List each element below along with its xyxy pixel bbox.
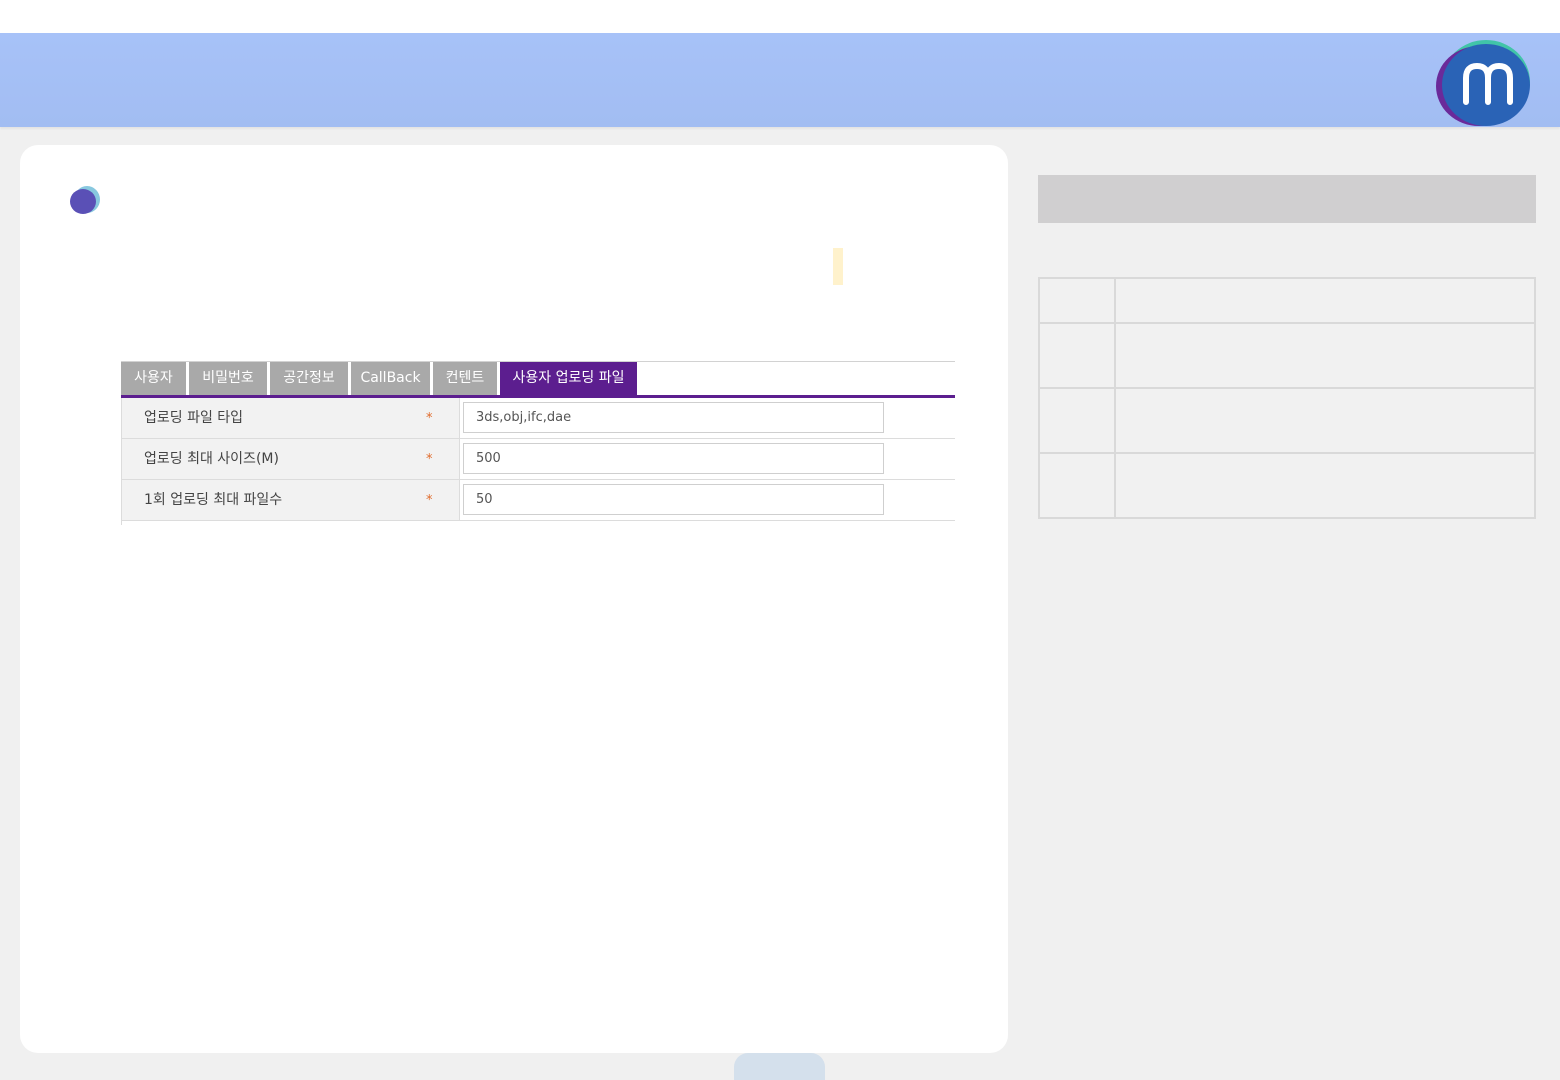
top-strip	[0, 0, 1560, 33]
cell-divider	[459, 480, 460, 520]
max-size-input[interactable]	[463, 443, 884, 474]
app-header	[0, 33, 1560, 127]
max-files-input[interactable]	[463, 484, 884, 515]
tab-password[interactable]: 비밀번호	[189, 362, 270, 395]
info-cell	[1040, 324, 1116, 387]
section-bullet-icon	[70, 186, 100, 214]
required-mark: *	[426, 452, 433, 467]
info-row	[1040, 279, 1534, 324]
highlight-marker	[833, 248, 843, 285]
required-mark: *	[426, 411, 433, 426]
m-glyph-icon	[1463, 62, 1513, 105]
info-cell	[1040, 279, 1116, 322]
info-row	[1040, 389, 1534, 454]
tab-user[interactable]: 사용자	[121, 362, 189, 395]
info-cell	[1040, 454, 1116, 517]
tab-callback[interactable]: CallBack	[351, 362, 433, 395]
cell-divider	[459, 398, 460, 438]
max-files-label: 1회 업로딩 최대 파일수	[144, 492, 283, 508]
main-panel	[20, 145, 1008, 1053]
tab-content[interactable]: 컨텐트	[433, 362, 500, 395]
form-row-max-size: 업로딩 최대 사이즈(M) *	[121, 439, 955, 480]
max-size-label: 업로딩 최대 사이즈(M)	[144, 451, 279, 467]
info-row	[1040, 324, 1534, 389]
tab-spatial-info[interactable]: 공간정보	[270, 362, 351, 395]
upload-settings-form: 업로딩 파일 타입 * 업로딩 최대 사이즈(M) * 1회 업로딩 최대 파일…	[121, 398, 955, 521]
file-type-label: 업로딩 파일 타입	[144, 410, 244, 426]
table-left-border	[121, 518, 122, 525]
tab-bar: 사용자 비밀번호 공간정보 CallBack 컨텐트 사용자 업로딩 파일	[121, 362, 637, 395]
m-logo-icon[interactable]	[1434, 40, 1532, 126]
tab-user-upload-file[interactable]: 사용자 업로딩 파일	[500, 362, 637, 395]
required-mark: *	[426, 493, 433, 508]
cell-divider	[459, 439, 460, 479]
right-header-bar	[1038, 175, 1536, 223]
form-row-file-type: 업로딩 파일 타입 *	[121, 398, 955, 439]
settings-tab-panel: 사용자 비밀번호 공간정보 CallBack 컨텐트 사용자 업로딩 파일 업로…	[121, 361, 955, 525]
right-column	[1038, 175, 1536, 519]
form-row-max-files: 1회 업로딩 최대 파일수 *	[121, 480, 955, 521]
bottom-scroll-handle[interactable]	[734, 1053, 825, 1080]
file-type-input[interactable]	[463, 402, 884, 433]
info-cell	[1040, 389, 1116, 452]
info-row	[1040, 454, 1534, 517]
info-table	[1038, 277, 1536, 519]
